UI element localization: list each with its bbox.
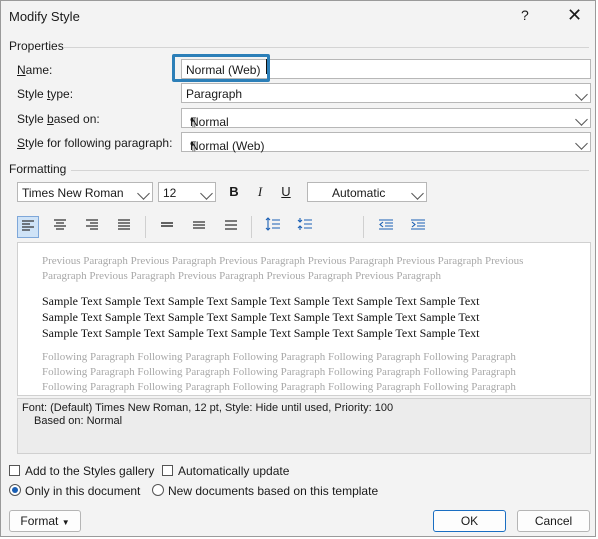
underline-button[interactable]: U bbox=[275, 181, 297, 203]
based-on-select[interactable]: ¶ Normal bbox=[181, 108, 591, 129]
size-value: 12 bbox=[163, 186, 177, 200]
font-color-select[interactable]: Automatic bbox=[307, 182, 427, 202]
style-type-select[interactable]: Paragraph bbox=[181, 83, 591, 103]
previous-paragraph-line: Previous Paragraph Previous Paragraph Pr… bbox=[42, 255, 524, 267]
toolbar-separator bbox=[363, 216, 364, 238]
dialog-title: Modify Style bbox=[9, 9, 80, 24]
style-type-value: Paragraph bbox=[186, 87, 243, 101]
align-center-icon[interactable] bbox=[49, 216, 71, 238]
auto-update-checkbox[interactable] bbox=[162, 465, 173, 476]
style-preview: Previous Paragraph Previous Paragraph Pr… bbox=[17, 242, 591, 396]
properties-header: Properties bbox=[9, 39, 64, 53]
format-button-label: Format bbox=[20, 514, 59, 528]
justify-icon[interactable] bbox=[113, 216, 135, 238]
one-half-spacing-icon[interactable] bbox=[188, 216, 210, 238]
modify-style-dialog: Modify Style ? ✕ Properties Name: Normal… bbox=[0, 0, 596, 537]
name-field-value: Normal (Web) bbox=[186, 63, 261, 77]
following-select[interactable]: ¶ Normal (Web) bbox=[181, 132, 591, 153]
double-spacing-icon[interactable] bbox=[220, 216, 242, 238]
toolbar-separator bbox=[145, 216, 146, 238]
sample-text-line: Sample Text Sample Text Sample Text Samp… bbox=[42, 294, 480, 308]
close-button[interactable]: ✕ bbox=[567, 5, 582, 26]
font-select[interactable]: Times New Roman bbox=[17, 182, 153, 202]
increase-indent-icon[interactable] bbox=[407, 216, 429, 238]
new-documents-radio[interactable] bbox=[152, 484, 164, 496]
following-value: ¶ Normal (Web) bbox=[186, 136, 264, 153]
sample-text-line: Sample Text Sample Text Sample Text Samp… bbox=[42, 310, 480, 324]
size-select[interactable]: 12 bbox=[158, 182, 216, 202]
properties-divider bbox=[63, 47, 589, 48]
text-cursor bbox=[266, 59, 267, 74]
chevron-down-icon bbox=[137, 187, 150, 200]
chevron-down-icon bbox=[575, 88, 588, 101]
previous-paragraph-line: Paragraph Previous Paragraph Previous Pa… bbox=[42, 270, 441, 282]
format-button[interactable]: Format ▼ bbox=[9, 510, 81, 532]
name-label: Name: bbox=[17, 63, 53, 77]
increase-paragraph-spacing-icon[interactable] bbox=[262, 216, 284, 238]
description-line: Font: (Default) Times New Roman, 12 pt, … bbox=[22, 402, 394, 414]
italic-button[interactable]: I bbox=[249, 181, 271, 203]
toolbar-separator bbox=[251, 216, 252, 238]
decrease-indent-icon[interactable] bbox=[375, 216, 397, 238]
only-this-document-label: Only in this document bbox=[25, 484, 141, 498]
add-to-gallery-label: Add to the Styles gallery bbox=[25, 464, 155, 478]
ok-button[interactable]: OK bbox=[433, 510, 506, 532]
title-bar: Modify Style ? ✕ bbox=[1, 1, 595, 33]
following-paragraph-line: Following Paragraph Following Paragraph … bbox=[42, 366, 516, 378]
following-text: Normal (Web) bbox=[190, 139, 265, 153]
based-on-text: Normal bbox=[190, 115, 229, 129]
caret-down-icon: ▼ bbox=[61, 518, 70, 527]
based-on-label: Style based on: bbox=[17, 112, 100, 126]
chevron-down-icon bbox=[575, 113, 588, 126]
following-label: Style for following paragraph: bbox=[17, 136, 173, 150]
decrease-paragraph-spacing-icon[interactable] bbox=[294, 216, 316, 238]
name-field[interactable]: Normal (Web) bbox=[181, 59, 591, 79]
single-spacing-icon[interactable] bbox=[156, 216, 178, 238]
formatting-divider bbox=[71, 170, 589, 171]
following-paragraph-line: Following Paragraph Following Paragraph … bbox=[42, 381, 516, 393]
style-type-label: Style type: bbox=[17, 87, 74, 101]
bold-button[interactable]: B bbox=[223, 181, 245, 203]
based-on-value: ¶ Normal bbox=[186, 112, 229, 129]
font-value: Times New Roman bbox=[22, 186, 124, 200]
add-to-gallery-checkbox[interactable] bbox=[9, 465, 20, 476]
help-button[interactable]: ? bbox=[521, 7, 529, 23]
following-paragraph-line: Following Paragraph Following Paragraph … bbox=[42, 351, 516, 363]
style-description: Font: (Default) Times New Roman, 12 pt, … bbox=[17, 398, 591, 454]
description-line: Based on: Normal bbox=[34, 415, 123, 427]
only-this-document-radio[interactable] bbox=[9, 484, 21, 496]
chevron-down-icon bbox=[575, 137, 588, 150]
font-color-value: Automatic bbox=[332, 186, 386, 200]
chevron-down-icon bbox=[200, 187, 213, 200]
new-documents-label: New documents based on this template bbox=[168, 484, 379, 498]
sample-text-line: Sample Text Sample Text Sample Text Samp… bbox=[42, 326, 480, 340]
align-left-icon[interactable] bbox=[17, 216, 39, 238]
align-right-icon[interactable] bbox=[81, 216, 103, 238]
formatting-header: Formatting bbox=[9, 162, 67, 176]
cancel-button[interactable]: Cancel bbox=[517, 510, 590, 532]
auto-update-label: Automatically update bbox=[178, 464, 290, 478]
chevron-down-icon bbox=[411, 187, 424, 200]
